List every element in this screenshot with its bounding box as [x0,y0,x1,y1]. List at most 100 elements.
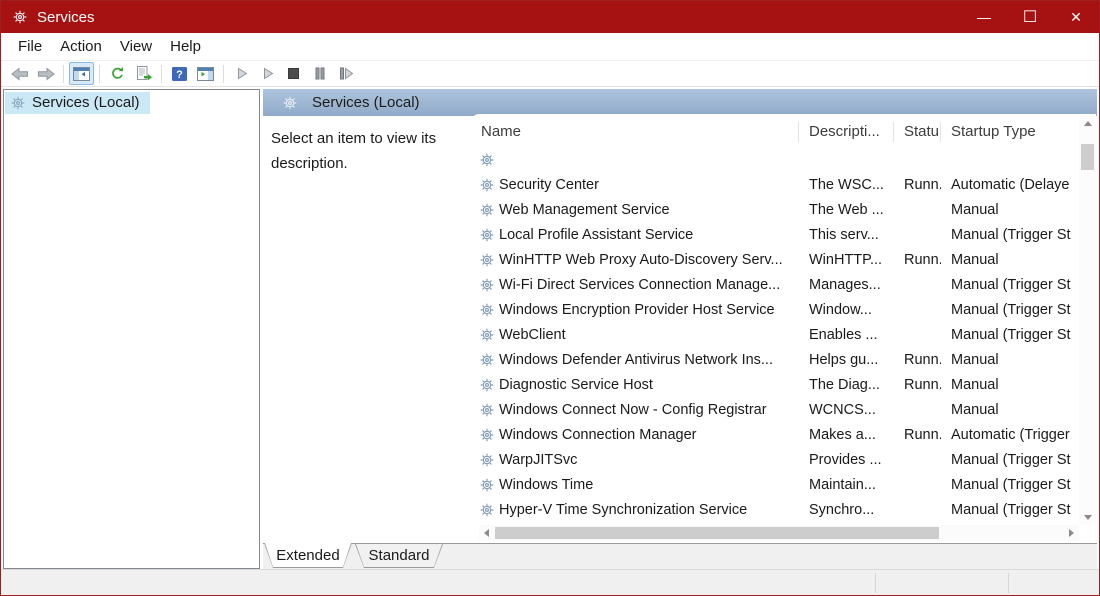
service-name: Security Center [499,177,599,193]
maximize-button[interactable]: ☐ [1007,1,1053,33]
back-button[interactable] [7,62,32,85]
service-gear-icon [480,153,494,167]
service-startup-type: Manual [941,377,1079,393]
service-name: WarpJITSvc [499,452,577,468]
export-list-button[interactable] [131,62,156,85]
service-description: Manages... [799,277,894,293]
details-pane: Services (Local) Select an item to view … [263,89,1097,569]
service-startup-type: Manual (Trigger St [941,277,1079,293]
restart-service-icon [339,67,353,80]
service-name-cell: Windows Encryption Provider Host Service [471,302,799,318]
service-name: Windows Connect Now - Config Registrar [499,402,767,418]
table-row[interactable]: Web Management Service The Web ... Manua… [471,197,1079,222]
table-row[interactable]: Security Center The WSC... Runn... Autom… [471,172,1079,197]
service-name: Web Management Service [499,202,670,218]
svg-text:?: ? [176,69,183,81]
close-button[interactable]: ✕ [1053,1,1099,33]
service-name: Diagnostic Service Host [499,377,653,393]
minimize-button[interactable]: — [961,1,1007,33]
show-console-tree-button[interactable] [69,62,94,85]
service-gear-icon [480,453,494,467]
scroll-right-button[interactable] [1064,525,1079,541]
table-row[interactable]: Local Profile Assistant Service This ser… [471,222,1079,247]
table-row[interactable]: Diagnostic Service Host The Diag... Runn… [471,372,1079,397]
service-description: WinHTTP... [799,252,894,268]
column-header-name[interactable]: Name [471,122,799,142]
table-row[interactable]: Windows Time Maintain... Manual (Trigger… [471,472,1079,497]
start-service-button[interactable] [229,62,254,85]
service-name-cell: Hyper-V Time Synchronization Service [471,502,799,518]
status-divider [875,573,876,593]
services-gear-icon [283,96,297,110]
table-row[interactable]: Windows Connect Now - Config Registrar W… [471,397,1079,422]
scroll-up-button[interactable] [1079,116,1096,131]
service-name-cell: Windows Connection Manager [471,427,799,443]
scroll-left-button[interactable] [479,525,494,541]
column-header-description[interactable]: Descripti... [799,122,894,142]
service-name-cell: Windows Time [471,477,799,493]
table-row[interactable]: WinHTTP Web Proxy Auto-Discovery Serv...… [471,247,1079,272]
resume-service-button[interactable] [255,62,280,85]
table-row[interactable]: Windows Encryption Provider Host Service… [471,297,1079,322]
vertical-scroll-thumb[interactable] [1081,144,1094,170]
service-name: Hyper-V Time Synchronization Service [499,502,747,518]
service-name-cell: Security Center [471,177,799,193]
console-tree-icon [73,67,90,81]
table-row[interactable]: Hyper-V Time Synchronization Service Syn… [471,497,1079,522]
description-placeholder: Select an item to view its description. [271,126,471,176]
tree-item-services-local[interactable]: Services (Local) [5,92,150,114]
service-startup-type: Manual (Trigger St [941,452,1079,468]
pause-service-button[interactable] [307,62,332,85]
tab-standard[interactable]: Standard [355,544,443,568]
action-pane-icon [197,67,214,81]
service-name: Local Profile Assistant Service [499,227,693,243]
service-name: Windows Encryption Provider Host Service [499,302,775,318]
service-gear-icon [480,303,494,317]
menu-view[interactable]: View [111,35,161,58]
service-name-cell: WebClient [471,327,799,343]
service-startup-type: Manual [941,402,1079,418]
back-icon [11,67,29,81]
service-description: Helps gu... [799,352,894,368]
stop-service-icon [287,67,300,80]
restart-service-button[interactable] [333,62,358,85]
refresh-button[interactable] [105,62,130,85]
service-status: Runn... [894,177,941,193]
vertical-scrollbar[interactable] [1079,116,1096,525]
toolbar: ? [1,60,1099,87]
horizontal-scrollbar[interactable] [479,525,1079,541]
service-startup-type: Manual (Trigger St [941,302,1079,318]
minimize-icon: — [977,9,991,25]
table-row[interactable]: WarpJITSvc Provides ... Manual (Trigger … [471,447,1079,472]
forward-button[interactable] [33,62,58,85]
details-pane-body: Select an item to view its description. … [263,116,1097,544]
tab-extended[interactable]: Extended [264,543,352,568]
service-description: Synchro... [799,502,894,518]
table-row[interactable]: Wi-Fi Direct Services Connection Manage.… [471,272,1079,297]
horizontal-scroll-thumb[interactable] [495,527,939,539]
table-row[interactable]: Windows Connection Manager Makes a... Ru… [471,422,1079,447]
stop-service-button[interactable] [281,62,306,85]
menu-help[interactable]: Help [161,35,210,58]
service-description: Provides ... [799,452,894,468]
column-header-startup-type[interactable]: Startup Type [941,122,1079,142]
scroll-down-button[interactable] [1079,510,1096,525]
details-pane-title: Services (Local) [312,94,420,111]
tab-standard-label: Standard [356,544,442,567]
menu-action[interactable]: Action [51,35,111,58]
service-startup-type: Manual [941,202,1079,218]
table-row[interactable]: WebClient Enables ... Manual (Trigger St [471,322,1079,347]
service-gear-icon [480,278,494,292]
table-row[interactable] [471,147,1079,172]
service-gear-icon [480,503,494,517]
service-description: The Diag... [799,377,894,393]
column-header-status[interactable]: Statu... [894,122,941,142]
right-arrow-icon [1069,529,1074,537]
show-action-pane-button[interactable] [193,62,218,85]
table-row[interactable]: Windows Defender Antivirus Network Ins..… [471,347,1079,372]
window-title: Services [37,9,95,26]
service-status: Runn... [894,427,941,443]
menu-file[interactable]: File [9,35,51,58]
forward-icon [37,67,55,81]
help-button[interactable]: ? [167,62,192,85]
